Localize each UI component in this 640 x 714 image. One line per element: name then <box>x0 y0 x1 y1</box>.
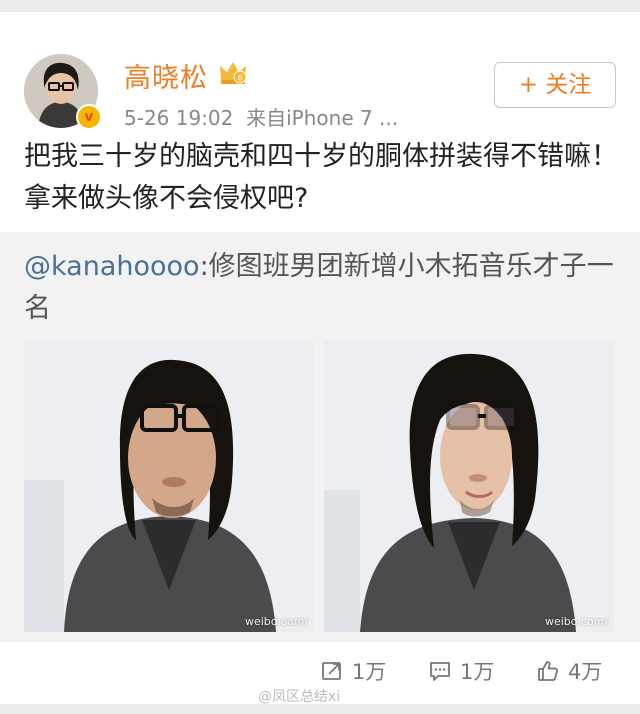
like-button[interactable]: 4万 <box>536 656 602 686</box>
like-count: 4万 <box>568 660 603 684</box>
mention-link[interactable]: @kanahoooo <box>24 251 200 282</box>
photo-original[interactable]: weibo.com/ <box>24 340 314 632</box>
photo-watermark: weibo.com/ <box>544 615 608 628</box>
post-header: v 高晓松 6 5-26 19:02 来自iPhone 7 ... + 关注 <box>0 12 640 130</box>
post-text: 把我三十岁的脑壳和四十岁的胴体拼装得不错嘛！拿来做头像不会侵权吧? <box>24 141 618 214</box>
repost-text: @kanahoooo:修图班男团新增小木拓音乐才子一名 <box>24 246 624 330</box>
verified-badge-icon: v <box>76 104 102 130</box>
photo-edited[interactable]: weibo.com/ <box>324 340 614 632</box>
source-watermark: @凤区总结xi <box>258 689 341 705</box>
svg-text:6: 6 <box>237 74 242 83</box>
thumbs-up-icon <box>538 661 559 681</box>
post-meta: 5-26 19:02 来自iPhone 7 ... <box>124 102 398 131</box>
vip-crown-icon: 6 <box>220 62 247 84</box>
bottom-divider <box>0 704 640 714</box>
post-time: 5-26 19:02 <box>124 106 234 130</box>
comment-count: 1万 <box>460 660 495 684</box>
repost-count: 1万 <box>352 660 387 684</box>
comment-button[interactable]: 1万 <box>428 656 494 686</box>
repost-icon <box>322 662 341 680</box>
photo-watermark: weibo.com/ <box>244 615 308 628</box>
username[interactable]: 高晓松 <box>124 56 208 95</box>
top-divider <box>0 0 640 12</box>
repost-button[interactable]: 1万 <box>320 656 386 686</box>
follow-button[interactable]: + 关注 <box>494 62 616 108</box>
post-source: 来自iPhone 7 ... <box>246 106 399 130</box>
comment-icon <box>430 662 450 681</box>
repost-card[interactable]: @kanahoooo:修图班男团新增小木拓音乐才子一名 weibo.com/ w… <box>0 232 640 642</box>
